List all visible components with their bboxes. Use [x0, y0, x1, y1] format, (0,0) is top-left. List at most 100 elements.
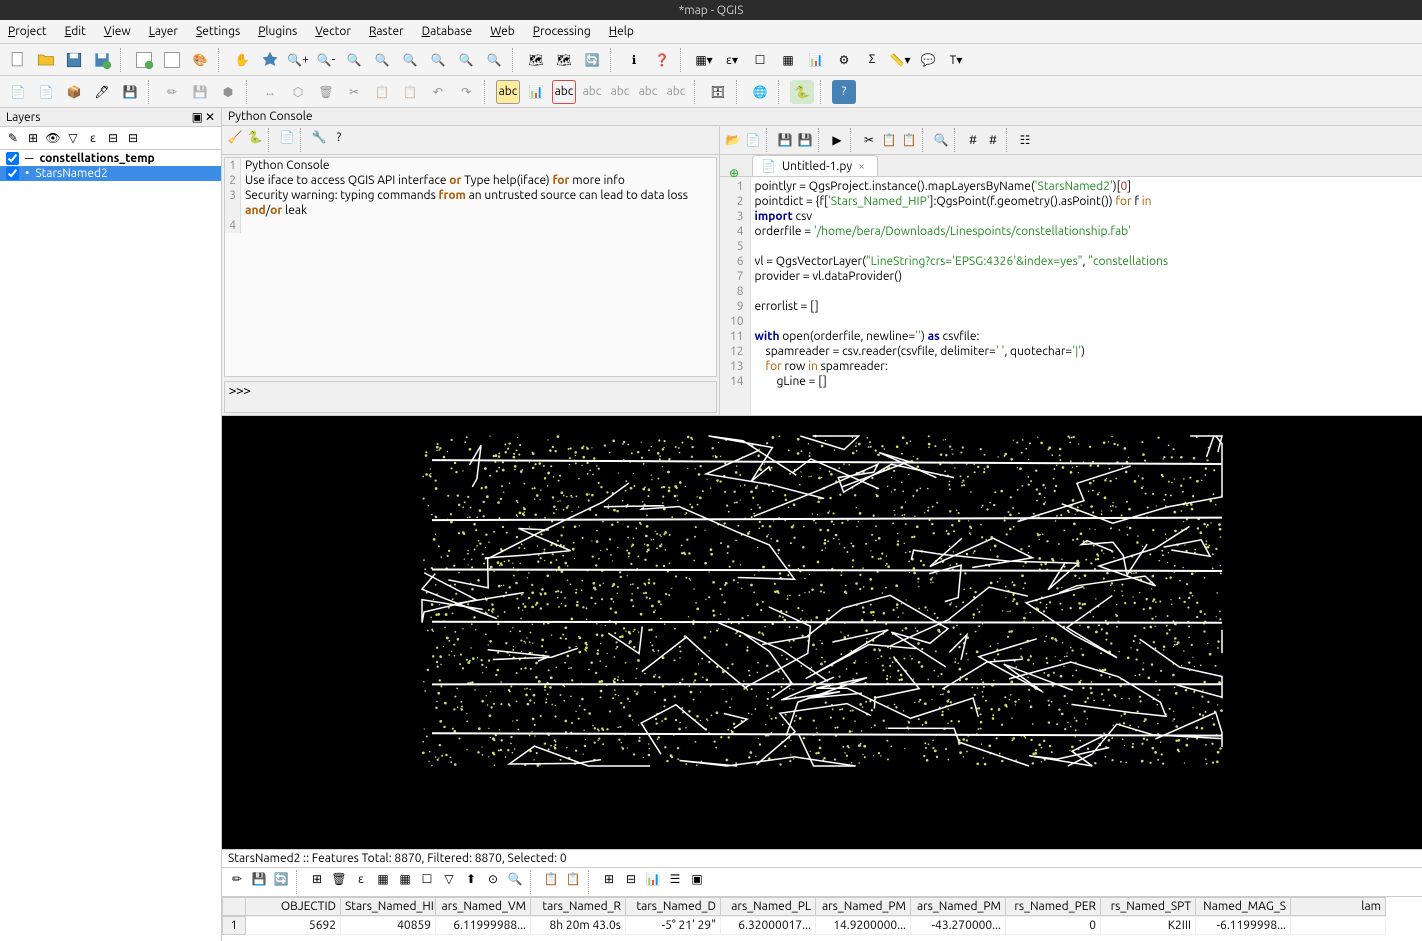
add-tab-icon[interactable]: ⊕: [722, 161, 746, 185]
add-feature-attr-icon[interactable]: ⊞: [308, 870, 326, 888]
menu-settings[interactable]: Settings: [196, 25, 240, 38]
copy-icon[interactable]: 📋: [880, 131, 898, 149]
column-header[interactable]: ars_Named_PL: [721, 897, 816, 916]
map-canvas[interactable]: [222, 416, 1422, 849]
zoom-layer-icon[interactable]: 🔍: [398, 48, 422, 72]
toggle-editing-icon[interactable]: ✎: [4, 129, 22, 147]
identify-icon[interactable]: ℹ: [622, 48, 646, 72]
style-manager-icon[interactable]: 🎨: [188, 48, 212, 72]
select-features-icon[interactable]: ▦▾: [692, 48, 716, 72]
conditional-format-icon[interactable]: ☰: [666, 870, 684, 888]
new-file-icon[interactable]: 📄: [744, 131, 762, 149]
python-console-icon[interactable]: 🐍: [790, 80, 814, 104]
node-tool-icon[interactable]: ⬡: [286, 80, 310, 104]
new-3d-view-icon[interactable]: 🗺: [552, 48, 576, 72]
dock-icon[interactable]: ▣: [688, 870, 706, 888]
zoom-selection-icon[interactable]: 🔍: [370, 48, 394, 72]
zoom-in-icon[interactable]: 🔍+: [286, 48, 310, 72]
filter-legend-icon[interactable]: ▽: [64, 129, 82, 147]
add-vector-layer-icon[interactable]: 📄: [6, 80, 30, 104]
column-header[interactable]: rs_Named_SPT: [1101, 897, 1196, 916]
new-map-view-icon[interactable]: 🗺: [524, 48, 548, 72]
move-top-icon[interactable]: ⬆: [462, 870, 480, 888]
open-project-icon[interactable]: [34, 48, 58, 72]
menu-processing[interactable]: Processing: [533, 25, 591, 38]
new-vector-layer-icon[interactable]: 📄: [34, 80, 58, 104]
field-calc-icon[interactable]: 📊: [644, 870, 662, 888]
stats-icon[interactable]: Σ: [860, 48, 884, 72]
pan-to-selection-icon[interactable]: [258, 48, 282, 72]
select-all-icon[interactable]: ▦: [374, 870, 392, 888]
query-icon[interactable]: ❓: [650, 48, 674, 72]
column-header[interactable]: ars_Named_PM: [911, 897, 1006, 916]
console-output[interactable]: 1Python Console2Use iface to access QGIS…: [224, 157, 717, 377]
run-command-icon[interactable]: 🐍: [246, 128, 264, 146]
new-virtual-layer-icon[interactable]: 💾: [118, 80, 142, 104]
add-group-icon[interactable]: ⊞: [24, 129, 42, 147]
label-tool-icon[interactable]: abc: [496, 80, 520, 104]
zoom-next-icon[interactable]: 🔍: [482, 48, 506, 72]
deselect-icon[interactable]: ☐: [748, 48, 772, 72]
save-file-icon[interactable]: 💾: [776, 131, 794, 149]
reload-icon[interactable]: 🔄: [272, 870, 290, 888]
delete-field-icon[interactable]: ⊟: [622, 870, 640, 888]
collapse-all-icon[interactable]: ⊟: [104, 129, 122, 147]
copy-features-icon[interactable]: 📋: [370, 80, 394, 104]
measure-icon[interactable]: 📏▾: [888, 48, 912, 72]
metasearch-icon[interactable]: 🌐: [748, 80, 772, 104]
add-feature-icon[interactable]: ⬢: [216, 80, 240, 104]
column-header[interactable]: lam: [1291, 897, 1386, 916]
new-layout-icon[interactable]: [160, 48, 184, 72]
manage-views-icon[interactable]: 👁: [44, 129, 62, 147]
run-script-icon[interactable]: ▶: [828, 131, 846, 149]
layer-list[interactable]: ─ constellations_temp • StarsNamed2: [0, 150, 221, 941]
close-panel-icon[interactable]: ✕: [205, 110, 215, 124]
new-memory-layer-icon[interactable]: 🖊: [90, 80, 114, 104]
help-console-icon[interactable]: ?: [330, 128, 348, 146]
find-icon[interactable]: 🔍: [932, 131, 950, 149]
column-header[interactable]: rs_Named_PER: [1006, 897, 1101, 916]
save-attr-icon[interactable]: 💾: [250, 870, 268, 888]
show-editor-icon[interactable]: 📄: [278, 128, 296, 146]
move-feature-icon[interactable]: ↔: [258, 80, 282, 104]
label-pin-icon[interactable]: abc: [580, 80, 604, 104]
menu-plugins[interactable]: Plugins: [258, 25, 297, 38]
edit-toggle-icon[interactable]: ✏: [160, 80, 184, 104]
cut-features-icon[interactable]: ✂: [342, 80, 366, 104]
menu-layer[interactable]: Layer: [149, 25, 178, 38]
toolbox-icon[interactable]: ⚙: [832, 48, 856, 72]
save-as-file-icon[interactable]: 💾: [796, 131, 814, 149]
menu-edit[interactable]: Edit: [65, 25, 86, 38]
expand-all-icon[interactable]: ε: [84, 129, 102, 147]
label-rotate-icon[interactable]: abc: [636, 80, 660, 104]
menu-raster[interactable]: Raster: [369, 25, 404, 38]
zoom-to-icon[interactable]: 🔍: [506, 870, 524, 888]
zoom-last-icon[interactable]: 🔍: [454, 48, 478, 72]
zoom-full-icon[interactable]: 🔍: [342, 48, 366, 72]
paste-icon[interactable]: 📋: [900, 131, 918, 149]
paste-rows-icon[interactable]: 📋: [564, 870, 582, 888]
menu-help[interactable]: Help: [609, 25, 634, 38]
menu-web[interactable]: Web: [490, 25, 515, 38]
column-header[interactable]: Stars_Named_HIP: [341, 897, 436, 916]
deselect-all-icon[interactable]: ☐: [418, 870, 436, 888]
column-header[interactable]: Named_MAG_S: [1196, 897, 1291, 916]
label-change-icon[interactable]: abc: [664, 80, 688, 104]
label-show-icon[interactable]: abc: [608, 80, 632, 104]
toggle-edit-icon[interactable]: ✏: [228, 870, 246, 888]
column-header[interactable]: tars_Named_R: [531, 897, 626, 916]
redo-icon[interactable]: ↷: [454, 80, 478, 104]
filter-icon[interactable]: ▽: [440, 870, 458, 888]
column-header[interactable]: OBJECTID: [246, 897, 341, 916]
delete-feature-attr-icon[interactable]: 🗑: [330, 870, 348, 888]
layer-visibility-checkbox[interactable]: [6, 167, 19, 180]
db-manager-icon[interactable]: 🗄: [706, 80, 730, 104]
layer-item[interactable]: ─ constellations_temp: [0, 150, 221, 166]
layout-manager-icon[interactable]: [132, 48, 156, 72]
save-edits-icon[interactable]: 💾: [188, 80, 212, 104]
layer-visibility-checkbox[interactable]: [6, 152, 19, 165]
copy-rows-icon[interactable]: 📋: [542, 870, 560, 888]
label-move-icon[interactable]: abc: [552, 80, 576, 104]
undock-icon[interactable]: ▣: [192, 110, 203, 124]
comment-icon[interactable]: #: [964, 131, 982, 149]
